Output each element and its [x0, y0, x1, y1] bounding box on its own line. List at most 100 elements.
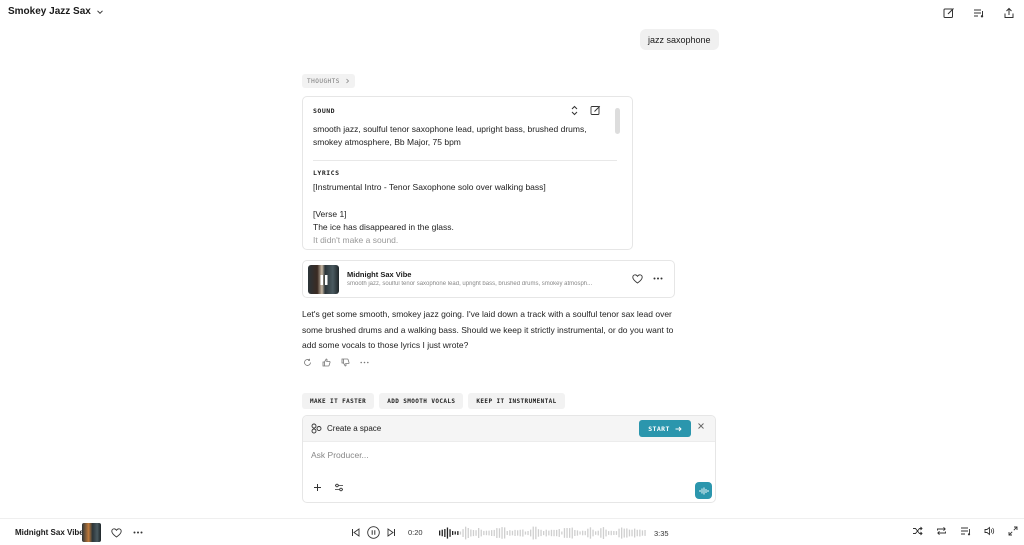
waveform-bar [548, 530, 550, 536]
now-playing-title[interactable]: Midnight Sax Vibe [15, 528, 84, 537]
retry-icon[interactable] [303, 358, 312, 367]
song-title: Smokey Jazz Sax [8, 6, 91, 17]
waveform-bar [545, 529, 547, 537]
expand-icon[interactable] [1008, 526, 1018, 536]
edit-icon[interactable] [590, 105, 601, 116]
lyrics-line: It didn't make a sound. [313, 235, 399, 245]
waveform-bar [457, 531, 459, 535]
waveform-bar [446, 527, 449, 539]
thumbs-down-icon[interactable] [341, 358, 350, 367]
pause-button[interactable] [367, 526, 380, 539]
waveform-bar [589, 527, 592, 539]
start-button[interactable]: START [639, 420, 691, 437]
waveform-bar [569, 528, 571, 538]
waveform-bar [613, 531, 615, 535]
add-icon[interactable] [313, 483, 322, 492]
waveform-bar [636, 529, 638, 537]
queue-icon[interactable] [960, 526, 971, 536]
waveform-bar [511, 530, 514, 536]
previous-icon[interactable] [351, 528, 360, 537]
next-icon[interactable] [387, 528, 396, 537]
volume-icon[interactable] [984, 526, 995, 536]
waveform-bar [444, 529, 446, 537]
waveform-bar [540, 529, 542, 537]
expand-collapse-icon[interactable] [570, 105, 579, 116]
divider [313, 160, 617, 161]
thoughts-label: THOUGHTS [307, 77, 340, 85]
waveform-bar [501, 527, 503, 539]
more-icon[interactable] [653, 277, 663, 280]
waveform-bar [517, 530, 519, 536]
waveform-bar [623, 528, 625, 538]
waveform-bar [574, 530, 576, 536]
waveform-bar [504, 527, 506, 539]
waveform-bar [524, 531, 527, 535]
track-cover[interactable] [308, 265, 339, 294]
thoughts-toggle[interactable]: THOUGHTS [302, 74, 355, 88]
waveform-bar [467, 528, 469, 538]
voice-input-button[interactable] [695, 482, 712, 499]
heart-icon[interactable] [632, 274, 643, 284]
waveform-bar [439, 530, 441, 536]
user-message: jazz saxophone [640, 29, 719, 50]
waveform-bar [449, 529, 451, 537]
waveform-bar [454, 531, 456, 535]
waveform-bar [509, 530, 511, 536]
suggestion-make-faster[interactable]: MAKE IT FASTER [302, 393, 375, 409]
song-title-dropdown[interactable]: Smokey Jazz Sax [8, 6, 104, 17]
waveform-bar [532, 526, 534, 540]
create-space-label: Create a space [327, 424, 382, 433]
waveform-scrubber[interactable] [439, 524, 647, 542]
waveform-bar [472, 530, 475, 537]
share-icon[interactable] [1000, 6, 1018, 20]
now-playing-cover[interactable] [82, 523, 101, 542]
ask-producer-input[interactable] [311, 450, 691, 460]
settings-sliders-icon[interactable] [334, 483, 344, 492]
waveform-bar [615, 531, 618, 535]
suggestion-keep-instrumental[interactable]: KEEP IT INSTRUMENTAL [468, 393, 565, 409]
waveform-bar [605, 529, 607, 537]
waveform-bar [634, 528, 636, 538]
waveform-bar [595, 531, 597, 535]
waveform-bar [475, 530, 477, 536]
waveform-bar [600, 528, 602, 538]
chevron-right-icon [345, 78, 350, 84]
waveform-bar [530, 529, 532, 537]
queue-icon[interactable] [970, 6, 988, 20]
waveform-bar [556, 529, 558, 537]
thoughts-card: SOUND smooth jazz, soulful tenor saxopho… [302, 96, 633, 250]
new-chat-icon[interactable] [940, 6, 958, 20]
waveform-bar [628, 529, 631, 537]
repeat-icon[interactable] [936, 526, 947, 536]
waveform-bar [527, 531, 529, 536]
total-time: 3:35 [654, 529, 669, 538]
sound-label: SOUND [313, 107, 336, 115]
waveform-bar [561, 531, 563, 535]
close-icon[interactable] [697, 422, 705, 430]
waveform-bar [610, 530, 612, 536]
waveform-bar [597, 530, 599, 536]
waveform-bar [493, 529, 495, 537]
waveform-bar [519, 529, 521, 537]
shuffle-icon[interactable] [912, 526, 923, 536]
lyrics-line: [Instrumental Intro - Tenor Saxophone so… [313, 182, 546, 192]
waveform-bar [608, 531, 610, 535]
waveform-bar [485, 530, 488, 536]
more-icon[interactable] [133, 531, 143, 534]
thumbs-up-icon[interactable] [322, 358, 331, 367]
waveform-bar [488, 530, 490, 536]
waveform-bar [566, 528, 568, 538]
sound-description: smooth jazz, soulful tenor saxophone lea… [313, 124, 587, 147]
scrollbar[interactable] [615, 108, 620, 134]
waveform-bar [553, 529, 555, 537]
waveform-bar [592, 529, 594, 537]
waveform-bar [441, 529, 443, 537]
more-icon[interactable] [360, 358, 369, 367]
track-card[interactable]: Midnight Sax Vibe smooth jazz, soulful t… [302, 260, 675, 298]
waveform-bar [483, 530, 485, 536]
spaces-icon [311, 423, 322, 434]
waveform-bar [478, 528, 480, 538]
suggestion-add-vocals[interactable]: ADD SMOOTH VOCALS [379, 393, 464, 409]
heart-icon[interactable] [111, 528, 122, 538]
waveform-bar [584, 530, 586, 536]
